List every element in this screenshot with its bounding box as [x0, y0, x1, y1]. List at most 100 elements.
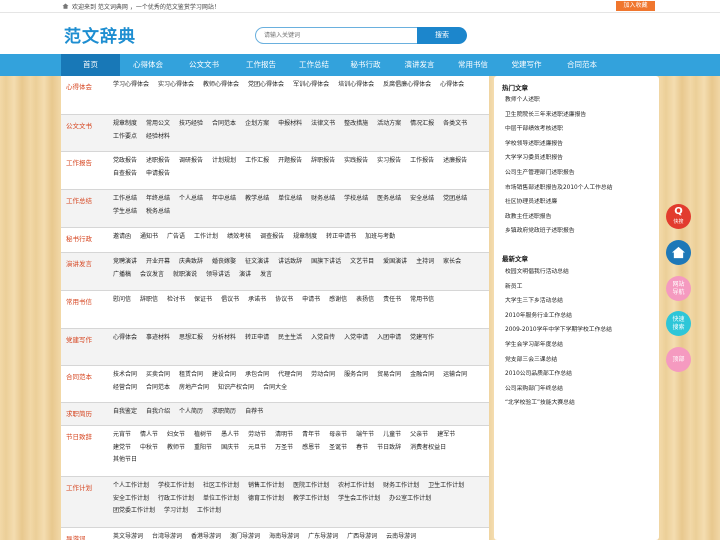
- category-link[interactable]: 元宵节: [113, 429, 131, 442]
- category-link[interactable]: 加班与考勤: [365, 231, 395, 244]
- category-link[interactable]: 贸易合同: [377, 369, 401, 382]
- category-link[interactable]: 国庆节: [221, 442, 239, 455]
- category-link[interactable]: 台湾导游词: [152, 531, 182, 540]
- category-link[interactable]: 清明节: [275, 429, 293, 442]
- sidebar-article-link[interactable]: 学校领导述职述廉报告: [505, 137, 655, 152]
- category-title[interactable]: 工作计划: [66, 482, 92, 492]
- category-link[interactable]: 建军节: [437, 429, 455, 442]
- category-link[interactable]: 团党委工作计划: [113, 505, 155, 518]
- category-link[interactable]: 妇女节: [167, 429, 185, 442]
- nav-item[interactable]: 公文文书: [176, 54, 232, 76]
- category-link[interactable]: 工作计划: [194, 231, 218, 244]
- category-link[interactable]: 企划方案: [245, 118, 269, 131]
- category-link[interactable]: 会议发言: [140, 269, 164, 282]
- category-link[interactable]: 常用公文: [146, 118, 170, 131]
- category-link[interactable]: 广西导游词: [347, 531, 377, 540]
- category-link[interactable]: 领导讲话: [206, 269, 230, 282]
- category-link[interactable]: 母亲节: [329, 429, 347, 442]
- category-link[interactable]: 经营合同: [113, 382, 137, 395]
- category-link[interactable]: 计划规划: [212, 155, 236, 168]
- category-link[interactable]: 年中总结: [212, 193, 236, 206]
- category-link[interactable]: 社区工作计划: [203, 480, 239, 493]
- category-link[interactable]: 申报材料: [278, 118, 302, 131]
- category-link[interactable]: 建党节: [113, 442, 131, 455]
- category-link[interactable]: 房地产合同: [179, 382, 209, 395]
- category-link[interactable]: 开题报告: [278, 155, 302, 168]
- nav-item[interactable]: 党建写作: [500, 54, 553, 76]
- category-link[interactable]: 开业开幕: [146, 256, 170, 269]
- category-link[interactable]: 保证书: [194, 294, 212, 307]
- category-link[interactable]: 医院工作计划: [293, 480, 329, 493]
- add-favorite-button[interactable]: 加入收藏: [616, 1, 655, 11]
- category-link[interactable]: 心得体会: [113, 332, 137, 345]
- category-link[interactable]: 端午节: [356, 429, 374, 442]
- category-link[interactable]: 慰问信: [113, 294, 131, 307]
- sidebar-article-link[interactable]: 社区协理员述职述廉: [505, 195, 655, 210]
- category-link[interactable]: 主持词: [416, 256, 434, 269]
- category-link[interactable]: 辞职信: [140, 294, 158, 307]
- category-link[interactable]: 医务总结: [377, 193, 401, 206]
- category-link[interactable]: 庆典致辞: [179, 256, 203, 269]
- sidebar-article-link[interactable]: 大学学习委员述职报告: [505, 151, 655, 166]
- category-title[interactable]: 演讲发言: [66, 258, 92, 268]
- category-title[interactable]: 求职简历: [66, 408, 92, 418]
- category-link[interactable]: 年终总结: [146, 193, 170, 206]
- category-link[interactable]: 消费者权益日: [410, 442, 446, 455]
- category-link[interactable]: 财务总结: [311, 193, 335, 206]
- category-link[interactable]: 安全工作计划: [113, 493, 149, 506]
- category-link[interactable]: 单位总结: [278, 193, 302, 206]
- category-link[interactable]: 澳门导游词: [230, 531, 260, 540]
- category-link[interactable]: 学校工作计划: [158, 480, 194, 493]
- sidebar-article-link[interactable]: 公司生产管理部门述职报告: [505, 166, 655, 181]
- category-link[interactable]: 爱国演讲: [383, 256, 407, 269]
- category-link[interactable]: 协议书: [275, 294, 293, 307]
- sidebar-article-link[interactable]: 学生会学习部年度总结: [505, 338, 655, 353]
- category-title[interactable]: 导游词: [66, 533, 86, 540]
- category-link[interactable]: 元旦节: [248, 442, 266, 455]
- category-link[interactable]: 建设合同: [212, 369, 236, 382]
- category-link[interactable]: 反腐倡廉心得体会: [383, 79, 431, 92]
- category-link[interactable]: 儿童节: [383, 429, 401, 442]
- category-link[interactable]: 工作计划: [197, 505, 221, 518]
- category-link[interactable]: 实习报告: [377, 155, 401, 168]
- sidebar-article-link[interactable]: 教师个人述职: [505, 93, 655, 108]
- category-link[interactable]: 感谢信: [329, 294, 347, 307]
- sidebar-article-link[interactable]: “北学校验工”技能大赛总结: [505, 396, 655, 411]
- category-link[interactable]: 学生会工作计划: [338, 493, 380, 506]
- quick-search-float-button[interactable]: Q 快搜: [666, 204, 691, 229]
- category-link[interactable]: 调研报告: [179, 155, 203, 168]
- sidebar-article-link[interactable]: 政教主任述职报告: [505, 210, 655, 225]
- category-link[interactable]: 财务工作计划: [383, 480, 419, 493]
- category-link[interactable]: 知识产权合同: [218, 382, 254, 395]
- category-link[interactable]: 英文导游词: [113, 531, 143, 540]
- category-link[interactable]: 重阳节: [194, 442, 212, 455]
- category-link[interactable]: 转正申请书: [326, 231, 356, 244]
- search-button[interactable]: 搜索: [417, 27, 467, 44]
- category-link[interactable]: 工作汇报: [245, 155, 269, 168]
- category-link[interactable]: 分析材料: [212, 332, 236, 345]
- category-title[interactable]: 心得体会: [66, 81, 92, 91]
- category-link[interactable]: 思想汇报: [179, 332, 203, 345]
- category-link[interactable]: 讲话致辞: [278, 256, 302, 269]
- category-link[interactable]: 技巧经验: [179, 118, 203, 131]
- category-link[interactable]: 承诺书: [248, 294, 266, 307]
- sidebar-article-link[interactable]: 卫生院院长三年来述职述廉报告: [505, 108, 655, 123]
- category-link[interactable]: 香港导游词: [191, 531, 221, 540]
- category-link[interactable]: 竞聘演讲: [113, 256, 137, 269]
- category-link[interactable]: 教师节: [167, 442, 185, 455]
- category-link[interactable]: 辞职报告: [311, 155, 335, 168]
- category-link[interactable]: 入党申请: [344, 332, 368, 345]
- category-link[interactable]: 民主生活: [278, 332, 302, 345]
- nav-item[interactable]: 合同范本: [553, 54, 611, 76]
- category-link[interactable]: 合同范本: [212, 118, 236, 131]
- category-link[interactable]: 入党自传: [311, 332, 335, 345]
- category-link[interactable]: 述职报告: [146, 155, 170, 168]
- category-link[interactable]: 各类文书: [443, 118, 467, 131]
- category-link[interactable]: 申请书: [302, 294, 320, 307]
- category-title[interactable]: 合同范本: [66, 371, 92, 381]
- category-link[interactable]: 求职简历: [212, 406, 236, 419]
- sidebar-article-link[interactable]: 2010公司品质部工作总结: [505, 367, 655, 382]
- category-link[interactable]: 就职演说: [173, 269, 197, 282]
- category-link[interactable]: 学生总结: [113, 206, 137, 219]
- category-link[interactable]: 广告语: [167, 231, 185, 244]
